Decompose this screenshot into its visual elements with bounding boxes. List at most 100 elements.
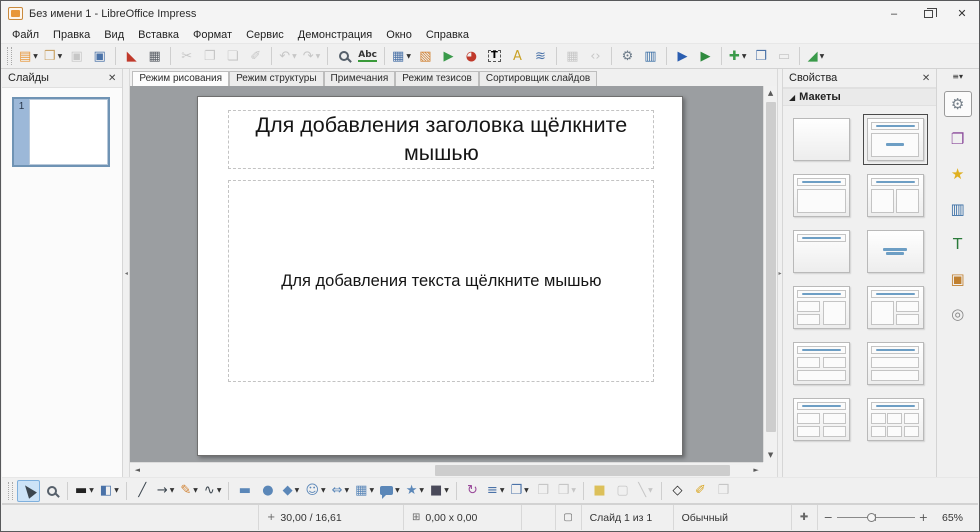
minimize-button[interactable]: – [877, 1, 911, 26]
print-button[interactable]: ▦ [143, 45, 166, 67]
start-from-current-slide-button[interactable]: ▶ [694, 45, 717, 67]
redo-dropdown-icon[interactable]: ▼ [316, 53, 321, 60]
menu-формат[interactable]: Формат [186, 28, 239, 42]
export-pdf-button[interactable]: ◣ [120, 45, 143, 67]
tab-slide-transition[interactable]: ❐ [944, 126, 972, 152]
sidebar-close-icon[interactable]: ✕ [922, 73, 930, 84]
callout-shapes-button[interactable]: ▼ [377, 480, 403, 502]
layout-title-content[interactable] [793, 174, 850, 217]
restore-button[interactable] [911, 1, 945, 26]
undo-dropdown-icon[interactable]: ▼ [292, 53, 297, 60]
connectors-button[interactable]: ∿▼ [201, 480, 225, 502]
flowchart-shapes-dropdown-icon[interactable]: ▼ [369, 487, 374, 494]
vertical-scrollbar[interactable]: ▲ ▼ [763, 86, 777, 462]
image-filter-dropdown-icon[interactable]: ▼ [648, 487, 653, 494]
arrange-objects-dropdown-icon[interactable]: ▼ [524, 487, 529, 494]
body-placeholder[interactable]: Для добавления текста щёлкните мышью [228, 180, 654, 382]
menu-окно[interactable]: Окно [379, 28, 419, 42]
start-from-first-slide-button[interactable]: ▶ [671, 45, 694, 67]
star-shapes-button[interactable]: ★▼ [403, 480, 427, 502]
menu-вставка[interactable]: Вставка [131, 28, 186, 42]
block-arrows-dropdown-icon[interactable]: ▼ [345, 487, 350, 494]
fit-slide-button[interactable]: ✚ [791, 505, 817, 530]
glue-points-button[interactable]: ✐ [689, 480, 712, 502]
menu-сервис[interactable]: Сервис [239, 28, 291, 42]
flowchart-shapes-button[interactable]: ▦▼ [352, 480, 377, 502]
left-panel-splitter[interactable]: ◂ [123, 69, 130, 477]
undo-button[interactable]: ↶▼ [276, 45, 300, 67]
slide-layout-button[interactable]: ◢▼ [804, 45, 827, 67]
symbol-shapes-button[interactable]: ☺▼ [302, 480, 328, 502]
insert-header-footer-button[interactable]: ≋ [529, 45, 552, 67]
insert-table-button[interactable]: ▦▼ [389, 45, 414, 67]
zoom-slider[interactable]: − + [817, 505, 934, 530]
new-slide-button[interactable]: ✚▼ [726, 45, 750, 67]
find-and-replace-button[interactable] [332, 45, 355, 67]
edit-points-button[interactable]: ◇ [666, 480, 689, 502]
layout-4content[interactable] [793, 398, 850, 441]
layouts-section-header[interactable]: ◢ Макеты [783, 88, 936, 106]
layout-title-only[interactable] [793, 230, 850, 273]
scroll-right-icon[interactable]: ► [749, 463, 763, 477]
open-button[interactable]: ❒▼ [41, 45, 65, 67]
paste-button[interactable]: ❏ [221, 45, 244, 67]
vertical-scroll-thumb[interactable] [766, 102, 776, 432]
toolbar-grip[interactable] [7, 47, 12, 65]
close-button[interactable]: ✕ [945, 1, 979, 26]
rotate-button[interactable]: ↻ [461, 480, 484, 502]
scroll-down-icon[interactable]: ▼ [768, 448, 773, 462]
select-button[interactable] [17, 480, 40, 502]
combine-objects-dropdown-icon[interactable]: ▼ [571, 487, 576, 494]
display-grid-button[interactable]: ▦ [561, 45, 584, 67]
layout-title-2content[interactable] [867, 174, 924, 217]
save-as-button[interactable]: ▣ [88, 45, 111, 67]
crop-image-button[interactable]: ▢ [611, 480, 634, 502]
zoom-pan-button[interactable] [40, 480, 63, 502]
3d-objects-dropdown-icon[interactable]: ▼ [444, 487, 449, 494]
zoom-slider-thumb[interactable] [867, 513, 876, 522]
insert-text-box-button[interactable]: T [483, 45, 506, 67]
menu-файл[interactable]: Файл [5, 28, 46, 42]
toggle-extrusion-button[interactable]: ❒ [712, 480, 735, 502]
line-style-button[interactable]: ▬▼ [72, 480, 97, 502]
tab-styles[interactable]: T [944, 231, 972, 257]
zoom-level[interactable]: 65% [934, 505, 978, 530]
tab-animation[interactable]: ★ [944, 161, 972, 187]
slides-panel-close-icon[interactable]: ✕ [108, 73, 116, 84]
layout-title-slide[interactable] [867, 118, 924, 161]
open-dropdown-icon[interactable]: ▼ [58, 53, 63, 60]
title-placeholder[interactable]: Для добавления заголовка щёлкните мышью [228, 110, 654, 169]
scroll-up-icon[interactable]: ▲ [768, 86, 773, 100]
menu-правка[interactable]: Правка [46, 28, 97, 42]
insert-line-button[interactable]: ╱ [131, 480, 154, 502]
ellipse-button[interactable]: ● [256, 480, 279, 502]
spelling-button[interactable]: Abc [355, 45, 380, 67]
insert-media-button[interactable]: ▶ [437, 45, 460, 67]
new-presentation-dropdown-icon[interactable]: ▼ [33, 53, 38, 60]
align-objects-button[interactable]: ≡▼ [484, 480, 508, 502]
copy-button[interactable]: ❐ [198, 45, 221, 67]
image-filter-button[interactable]: ╲▼ [634, 480, 657, 502]
zoom-in-icon[interactable]: + [919, 511, 928, 524]
insert-fontwork-button[interactable]: A [506, 45, 529, 67]
combine-objects-button[interactable]: ❒▼ [555, 480, 579, 502]
3d-objects-button[interactable]: ■▼ [427, 480, 452, 502]
scroll-left-icon[interactable]: ◄ [130, 463, 144, 477]
insert-chart-button[interactable]: ◕ [460, 45, 483, 67]
layout-centered-text[interactable] [867, 230, 924, 273]
rectangle-button[interactable]: ▬ [233, 480, 256, 502]
tab-gallery[interactable]: ▣ [944, 266, 972, 292]
arrange-objects-button[interactable]: ❐▼ [507, 480, 531, 502]
align-objects-dropdown-icon[interactable]: ▼ [500, 487, 505, 494]
delete-slide-button[interactable]: ▭ [772, 45, 795, 67]
save-button[interactable]: ▣ [65, 45, 88, 67]
layout-2content-content[interactable] [793, 286, 850, 329]
duplicate-slide-button[interactable]: ❐ [749, 45, 772, 67]
menu-вид[interactable]: Вид [97, 28, 131, 42]
view-tab[interactable]: Сортировщик слайдов [479, 71, 597, 86]
block-arrows-button[interactable]: ⇔▼ [329, 480, 353, 502]
area-style-dropdown-icon[interactable]: ▼ [114, 487, 119, 494]
view-tab[interactable]: Режим структуры [229, 71, 323, 86]
view-tab[interactable]: Режим рисования [132, 71, 229, 86]
slide-thumbnail[interactable]: 1 [12, 97, 110, 167]
